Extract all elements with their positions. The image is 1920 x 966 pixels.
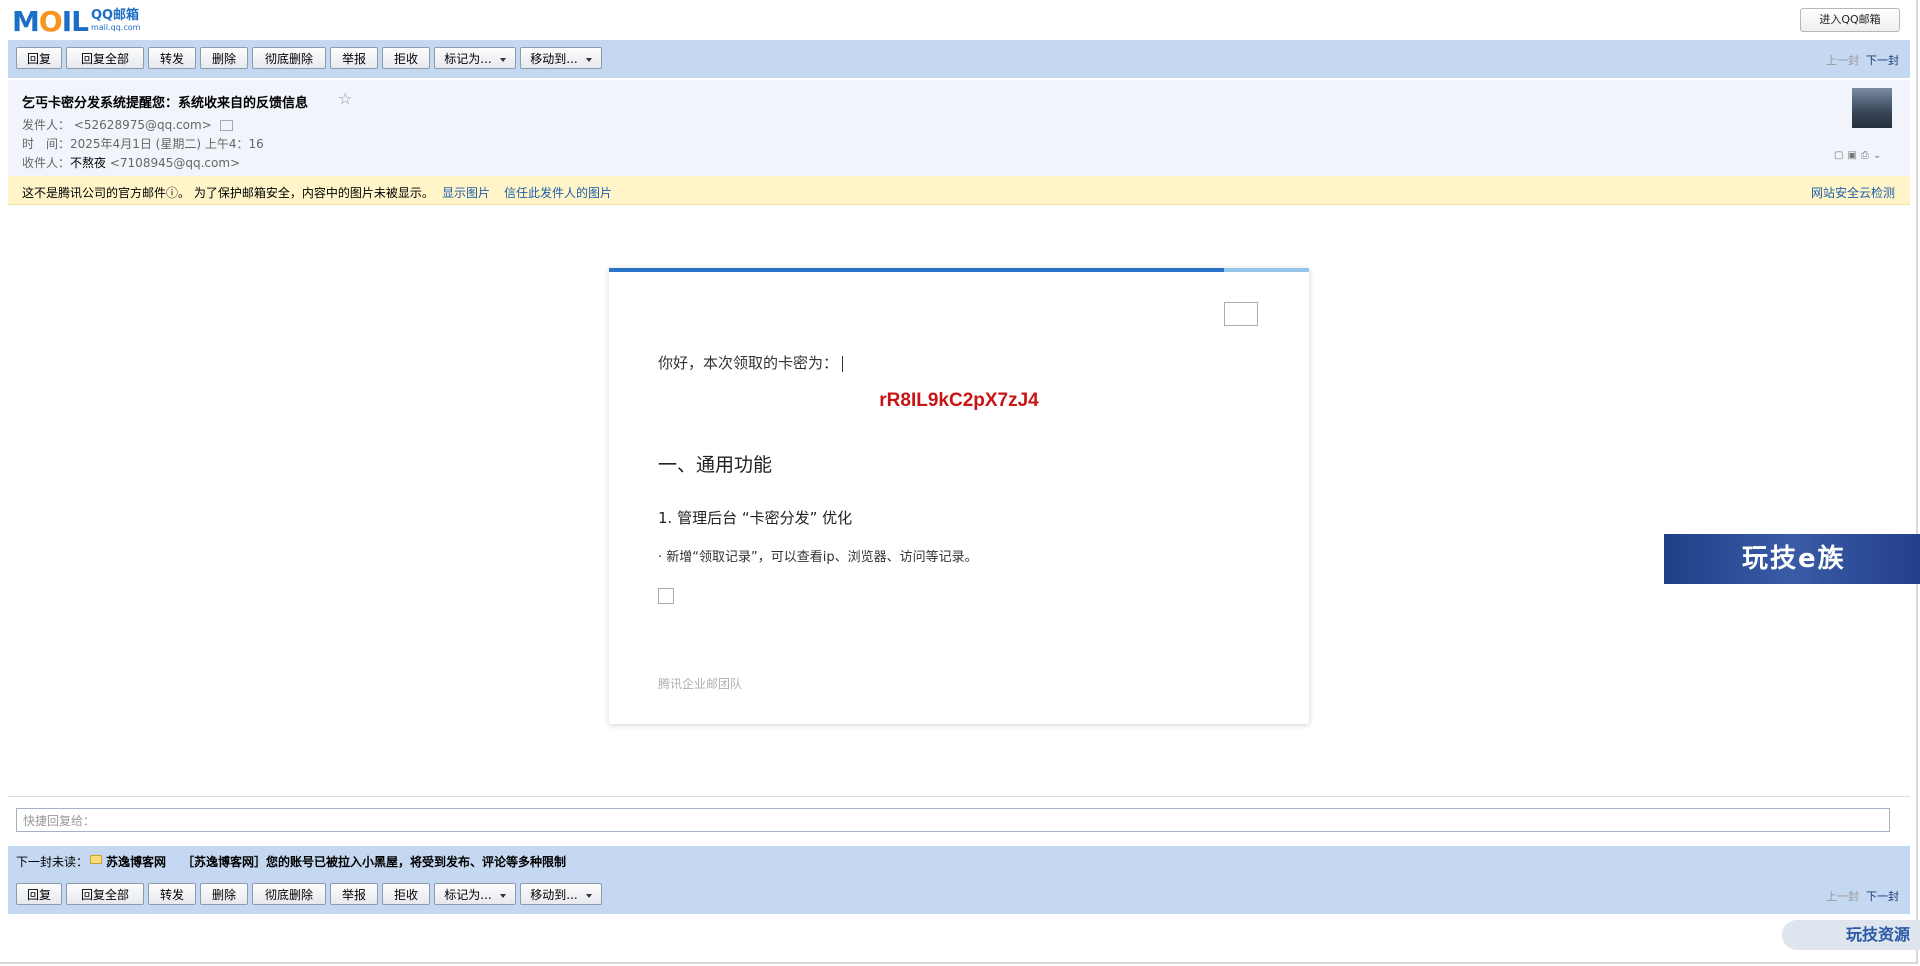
reply-button[interactable]: 回复 [16,883,62,905]
logo-domain: mail.qq.com [90,23,141,32]
reply-all-button[interactable]: 回复全部 [66,47,144,69]
mark-as-dropdown[interactable]: 标记为... [434,883,516,905]
card-code[interactable]: rR8IL9kC2pX7zJ4 [609,390,1309,412]
forward-button[interactable]: 转发 [148,883,196,905]
broken-logo-image [1224,302,1258,326]
ad-badge[interactable]: 玩技资源 [1782,920,1920,950]
delete-button[interactable]: 删除 [200,47,248,69]
email-content-card [609,268,1309,724]
section-subheading: 1. 管理后台 “卡密分发” 优化 [658,509,853,527]
sender-row: 发件人： <52628975@qq.com> [22,116,233,133]
move-to-dropdown[interactable]: 移动到... [520,883,602,905]
archive-icon[interactable]: ▣ [1847,150,1860,161]
report-button[interactable]: 举报 [330,47,378,69]
mail-action-icons: ▢▣⎙⌄ [1834,150,1885,161]
time-row: 时 间：2025年4月1日 (星期二) 上午4：16 [22,137,264,151]
report-button[interactable]: 举报 [330,883,378,905]
next-mail-link[interactable]: 下一封 [1866,52,1899,68]
card-accent-bar [609,268,1224,272]
logo-mark: MOIL [12,5,89,38]
reject-button[interactable]: 拒收 [382,883,430,905]
chevron-down-icon [585,57,592,62]
contact-card-icon[interactable] [219,120,233,131]
section-heading: 一、通用功能 [658,454,773,476]
reject-button[interactable]: 拒收 [382,47,430,69]
mark-as-dropdown[interactable]: 标记为... [434,47,516,69]
bottom-toolbar: 回复 回复全部 转发 删除 彻底删除 举报 拒收 标记为... 移动到... 上… [8,876,1910,914]
top-toolbar: 回复 回复全部 转发 删除 彻底删除 举报 拒收 标记为... 移动到... 上… [8,40,1910,78]
greeting-text: 你好，本次领取的卡密为： [658,352,844,373]
show-images-link[interactable]: 显示图片 [442,184,490,201]
delete-forever-button[interactable]: 彻底删除 [252,883,326,905]
enter-qq-mail-button[interactable]: 进入QQ邮箱 [1800,8,1900,32]
star-icon[interactable]: ☆ [338,89,352,108]
card-accent-bar-light [1224,268,1309,272]
qq-mail-logo[interactable]: MOIL QQ邮箱 mail.qq.com [12,8,140,36]
reply-all-button[interactable]: 回复全部 [66,883,144,905]
sender-address[interactable]: <52628975@qq.com> [74,118,212,132]
ad-banner[interactable]: 玩技e族 [1664,534,1920,584]
team-signature: 腾讯企业邮团队 [658,677,743,691]
next-unread-subject[interactable]: ［苏逸博客网］您的账号已被拉入小黑屋，将受到发布、评论等多种限制 [182,853,566,870]
next-unread-label: 下一封未读： [16,855,89,869]
quick-reply-input[interactable]: 快捷回复给： [16,808,1890,832]
sender-avatar[interactable] [1852,88,1892,128]
mail-subject: 乞丐卡密分发系统提醒您：系统收来自的反馈信息 [22,96,309,111]
warning-text: 这不是腾讯公司的官方邮件ⓘ。 为了保护邮箱安全，内容中的图片未被显示。 [22,186,434,200]
logo-title: QQ邮箱 [90,8,140,23]
print-icon[interactable]: ⎙ [1861,150,1873,161]
note-icon[interactable]: ▢ [1834,150,1847,161]
trust-sender-images-link[interactable]: 信任此发件人的图片 [504,184,612,201]
envelope-icon [90,855,102,864]
next-mail-link[interactable]: 下一封 [1866,888,1899,904]
broken-content-image [658,588,674,604]
chevron-down-icon [499,57,506,62]
site-security-check-link[interactable]: 网站安全云检测 [1811,184,1895,201]
recipient-row: 收件人：不熬夜 <7108945@qq.com> [22,156,241,170]
forward-button[interactable]: 转发 [148,47,196,69]
chevron-down-icon [499,893,506,898]
next-unread-sender[interactable]: 苏逸博客网 [106,853,166,870]
prev-mail-link[interactable]: 上一封 [1826,52,1859,68]
feature-bullet: · 新增“领取记录”，可以查看ip、浏览器、访问等记录。 [658,550,978,565]
reply-button[interactable]: 回复 [16,47,62,69]
chevron-down-icon [585,893,592,898]
prev-mail-link[interactable]: 上一封 [1826,888,1859,904]
expand-icon[interactable]: ⌄ [1873,150,1885,161]
divider [8,796,1910,797]
delete-button[interactable]: 删除 [200,883,248,905]
move-to-dropdown[interactable]: 移动到... [520,47,602,69]
delete-forever-button[interactable]: 彻底删除 [252,47,326,69]
